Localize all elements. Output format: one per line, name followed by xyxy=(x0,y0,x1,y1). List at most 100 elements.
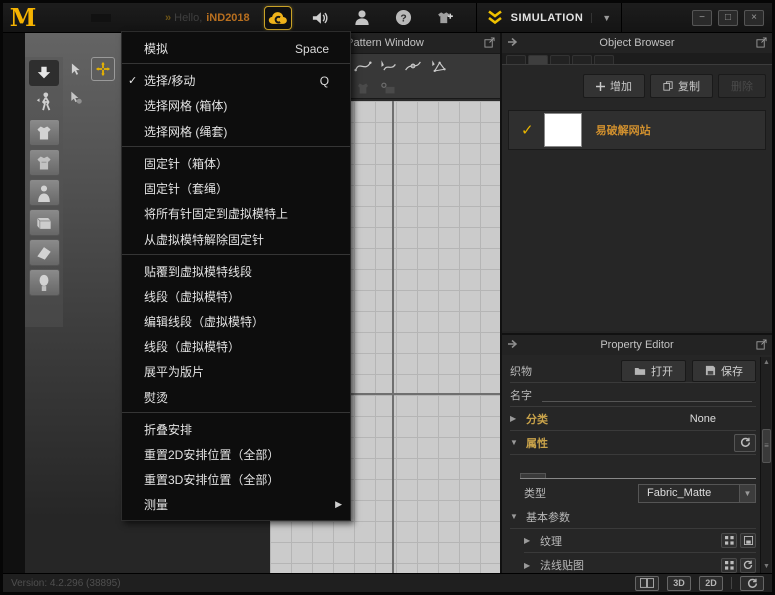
scroll-down-icon[interactable]: ▼ xyxy=(761,561,772,573)
menubar-item[interactable] xyxy=(115,14,135,22)
copy-fabric-button[interactable]: 复制 xyxy=(650,74,713,98)
menu-option[interactable]: 展平为版片 xyxy=(122,359,350,384)
texture-row[interactable]: 纹理 xyxy=(524,529,756,553)
refresh-property-button[interactable] xyxy=(734,434,756,452)
side-tab[interactable] xyxy=(574,474,598,478)
edit-curve-tool[interactable] xyxy=(377,56,399,76)
rail-tab[interactable] xyxy=(3,91,25,111)
texture-grid-button[interactable] xyxy=(721,533,737,548)
collapse-arrow-icon[interactable] xyxy=(507,339,519,349)
menu-option[interactable]: 编辑线段（虚拟模特） xyxy=(122,309,350,334)
texture-save-button[interactable] xyxy=(740,533,756,548)
object-browser-tab[interactable] xyxy=(594,55,614,64)
sync-button[interactable] xyxy=(740,576,764,591)
normal-map-grid-button[interactable] xyxy=(721,558,737,573)
menu-shortcut: Q xyxy=(320,74,329,88)
library-thumbnail[interactable] xyxy=(29,179,60,206)
sound-button[interactable] xyxy=(306,6,334,30)
library-thumbnail[interactable] xyxy=(29,119,60,146)
expand-down-icon[interactable] xyxy=(510,438,520,447)
download-button[interactable] xyxy=(29,60,59,86)
menu-option[interactable]: 将所有针固定到虚拟模特上 xyxy=(122,201,350,226)
scroll-up-icon[interactable]: ▲ xyxy=(761,357,772,369)
save-button[interactable]: 保存 xyxy=(692,360,756,382)
edit-polygon-tool[interactable] xyxy=(427,56,449,76)
fabric-swatch[interactable] xyxy=(544,113,582,147)
menu-option[interactable]: 折叠安排 xyxy=(122,417,350,442)
expand-right-icon[interactable] xyxy=(524,536,534,545)
select-arrow-tool[interactable] xyxy=(63,57,87,81)
menu-option[interactable]: 贴覆到虚拟模特线段 xyxy=(122,259,350,284)
popout-icon[interactable] xyxy=(756,37,767,48)
side-tab[interactable] xyxy=(548,474,572,478)
object-browser-tab[interactable] xyxy=(528,55,548,64)
property-row[interactable]: 属性 xyxy=(510,431,756,455)
expand-right-icon[interactable] xyxy=(524,561,534,570)
menu-option[interactable]: 模拟 Space xyxy=(122,35,350,64)
move-tool[interactable] xyxy=(91,57,115,81)
pin-tool[interactable] xyxy=(63,85,87,109)
close-button[interactable]: × xyxy=(744,10,764,26)
split-view-button[interactable] xyxy=(635,576,659,591)
minimize-button[interactable]: − xyxy=(692,10,712,26)
cloud-sync-button[interactable] xyxy=(264,6,292,30)
view-2d-button[interactable]: 2D xyxy=(699,576,723,591)
menu-option[interactable]: 选择网格 (绳套) xyxy=(122,118,350,147)
object-browser-tab[interactable] xyxy=(572,55,592,64)
menu-option[interactable]: 熨烫 xyxy=(122,384,350,413)
menu-option[interactable]: 选择/移动 Q xyxy=(122,68,350,93)
menu-option[interactable]: 选择网格 (箱体) xyxy=(122,93,350,118)
delete-fabric-button[interactable]: 删除 xyxy=(718,74,766,98)
trace-tool[interactable] xyxy=(377,78,399,98)
menu-option[interactable]: 从虚拟模特解除固定针 xyxy=(122,226,350,255)
category-row[interactable]: 分类 None xyxy=(510,407,756,431)
menu-option[interactable]: 线段（虚拟模特） xyxy=(122,284,350,309)
normal-map-refresh-button[interactable] xyxy=(740,558,756,573)
property-scrollbar[interactable]: ▲ ≡ ▼ xyxy=(760,357,771,573)
menubar-item[interactable] xyxy=(91,14,111,22)
simulation-dropdown-caret[interactable]: ▼ xyxy=(591,13,611,23)
dart-tool[interactable] xyxy=(352,78,374,98)
menubar-item[interactable] xyxy=(43,14,63,22)
menu-option[interactable]: 重置3D安排位置（全部） xyxy=(122,467,350,492)
maximize-button[interactable]: □ xyxy=(718,10,738,26)
curve-tool[interactable] xyxy=(352,56,374,76)
object-browser-tab[interactable] xyxy=(550,55,570,64)
expand-right-icon[interactable] xyxy=(510,414,520,423)
menu-option[interactable]: 测量 xyxy=(122,492,350,517)
avatar-walk-button[interactable] xyxy=(29,89,59,115)
check-icon[interactable]: ✓ xyxy=(521,121,534,139)
scroll-handle[interactable]: ≡ xyxy=(762,429,771,463)
add-fabric-button[interactable]: 增加 xyxy=(583,74,645,98)
library-thumbnail[interactable] xyxy=(29,269,60,296)
disk-icon xyxy=(705,365,716,376)
rail-tab[interactable] xyxy=(3,65,25,85)
fabric-list-item[interactable]: ✓ 易破解网站 xyxy=(508,110,766,150)
menubar-item[interactable] xyxy=(67,14,87,22)
name-input[interactable] xyxy=(542,388,752,402)
menubar-item[interactable] xyxy=(139,14,159,22)
simulation-control[interactable]: SIMULATION ▼ xyxy=(476,3,623,33)
object-browser-tab[interactable] xyxy=(506,55,526,64)
library-thumbnail[interactable] xyxy=(29,239,60,266)
expand-down-icon[interactable] xyxy=(510,512,520,521)
open-button[interactable]: 打开 xyxy=(621,360,686,382)
rail-tab[interactable] xyxy=(3,39,25,59)
help-button[interactable]: ? xyxy=(390,6,418,30)
library-thumbnail[interactable] xyxy=(29,209,60,236)
menu-option[interactable]: 固定针（箱体） xyxy=(122,151,350,176)
curve-point-tool[interactable] xyxy=(402,56,424,76)
popout-icon[interactable] xyxy=(484,37,495,48)
material-type-dropdown[interactable]: Fabric_Matte ▼ xyxy=(638,484,756,503)
add-garment-button[interactable] xyxy=(432,6,460,30)
collapse-arrow-icon[interactable] xyxy=(507,37,519,47)
library-thumbnail[interactable] xyxy=(29,149,60,176)
side-tab[interactable] xyxy=(520,473,546,478)
popout-icon[interactable] xyxy=(756,339,767,350)
account-button[interactable] xyxy=(348,6,376,30)
view-3d-button[interactable]: 3D xyxy=(667,576,691,591)
menu-option[interactable]: 线段（虚拟模特） xyxy=(122,334,350,359)
menu-option[interactable]: 重置2D安排位置（全部） xyxy=(122,442,350,467)
menu-option[interactable]: 固定针（套绳） xyxy=(122,176,350,201)
basic-params-row[interactable]: 基本参数 xyxy=(510,505,756,529)
